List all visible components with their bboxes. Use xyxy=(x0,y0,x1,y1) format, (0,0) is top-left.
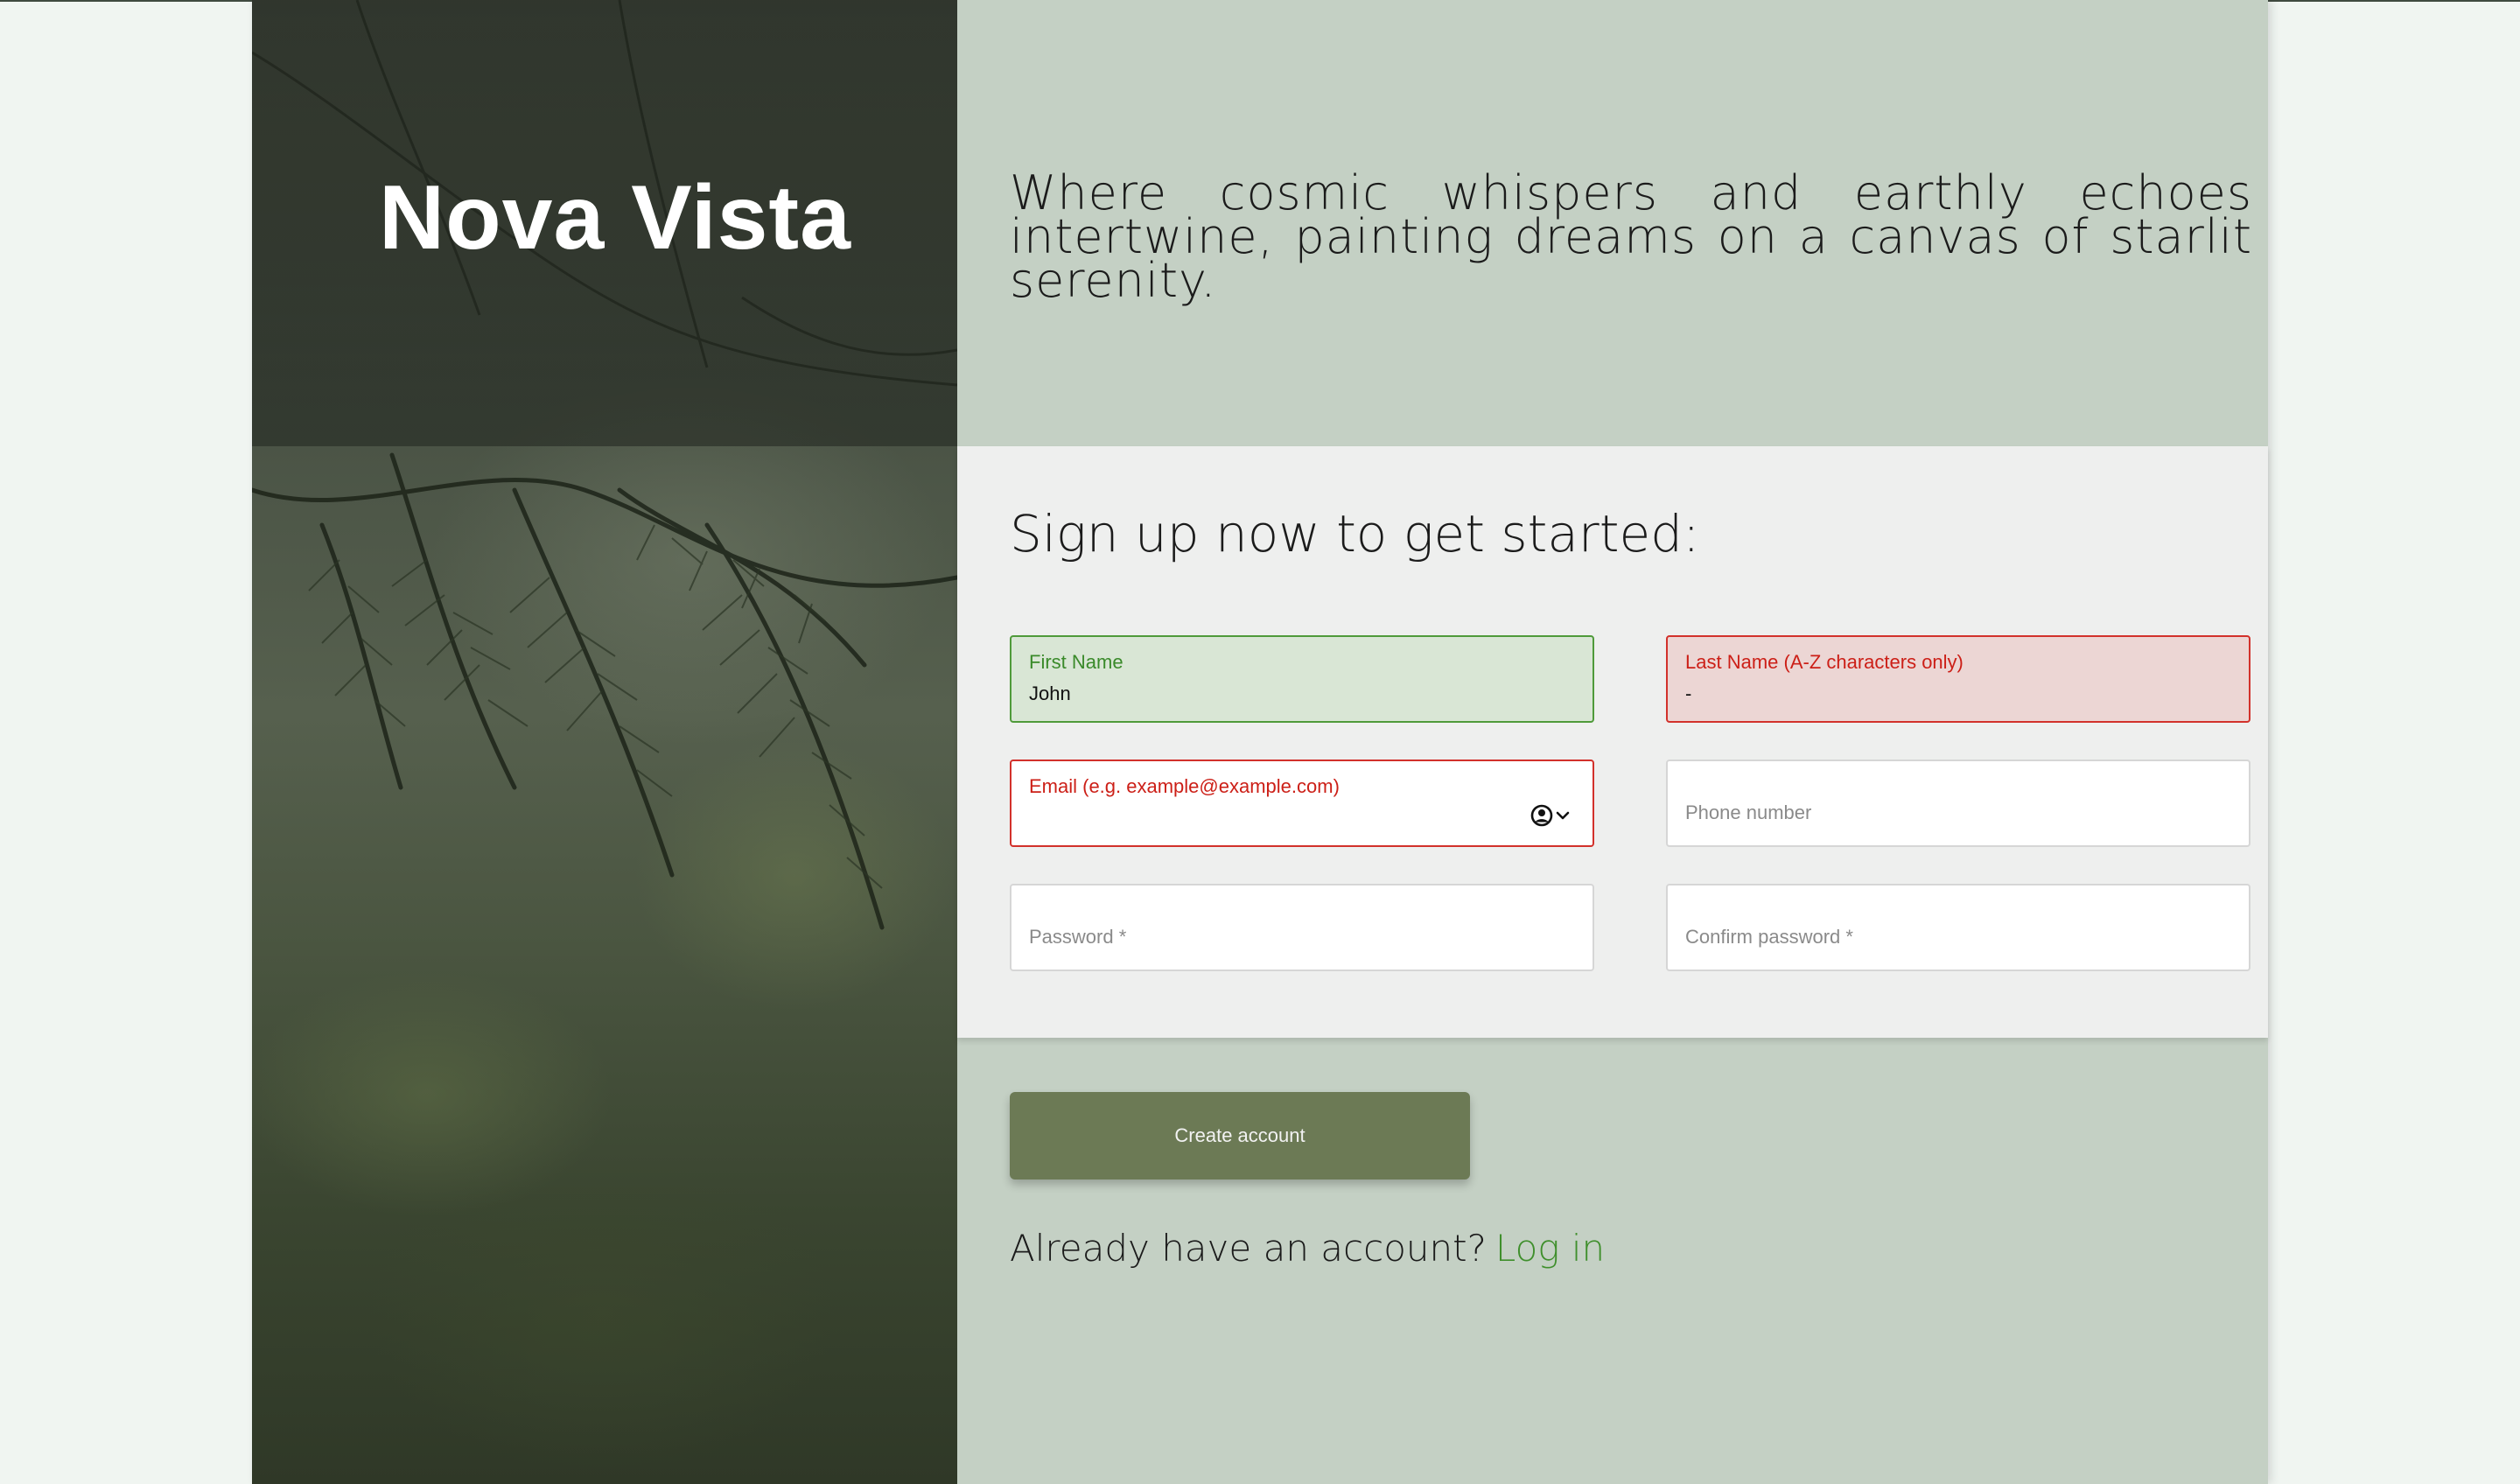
contact-card-icon[interactable] xyxy=(1530,803,1573,828)
hero-photo: Nova Vista xyxy=(252,0,957,1484)
password-placeholder: Password * xyxy=(1029,926,1127,948)
phone-placeholder: Phone number xyxy=(1685,802,1812,823)
email-field[interactable]: Email (e.g. example@example.com) xyxy=(1010,760,1594,847)
login-prompt-text: Already have an account? xyxy=(1010,1227,1487,1270)
last-name-value[interactable]: - xyxy=(1685,682,1691,705)
signup-title: Sign up now to get started: xyxy=(1010,504,1700,564)
confirm-password-field[interactable]: Confirm password * xyxy=(1666,884,2250,971)
login-prompt: Already have an account? Log in xyxy=(1010,1227,1605,1270)
last-name-label: Last Name (A-Z characters only) xyxy=(1685,651,1964,673)
last-name-field[interactable]: Last Name (A-Z characters only) - xyxy=(1666,635,2250,723)
phone-field[interactable]: Phone number xyxy=(1666,760,2250,847)
first-name-value[interactable]: John xyxy=(1029,682,1071,705)
email-label: Email (e.g. example@example.com) xyxy=(1029,775,1340,797)
first-name-field[interactable]: First Name John xyxy=(1010,635,1594,723)
confirm-password-placeholder: Confirm password * xyxy=(1685,926,1853,948)
brand-title: Nova Vista xyxy=(379,167,851,269)
content-panel: Where cosmic whispers and earthly echoes… xyxy=(957,0,2268,1484)
create-account-button[interactable]: Create account xyxy=(1010,1092,1470,1180)
login-link[interactable]: Log in xyxy=(1495,1227,1605,1270)
hero-tagline: Where cosmic whispers and earthly echoes… xyxy=(1010,165,2252,308)
chevron-down-icon xyxy=(1556,811,1570,820)
first-name-label: First Name xyxy=(1029,651,1124,673)
signup-form: Sign up now to get started: First Name J… xyxy=(957,446,2268,1038)
page-frame: Nova Vista Where cosmic whispers and ear… xyxy=(252,0,2268,1484)
password-field[interactable]: Password * xyxy=(1010,884,1594,971)
